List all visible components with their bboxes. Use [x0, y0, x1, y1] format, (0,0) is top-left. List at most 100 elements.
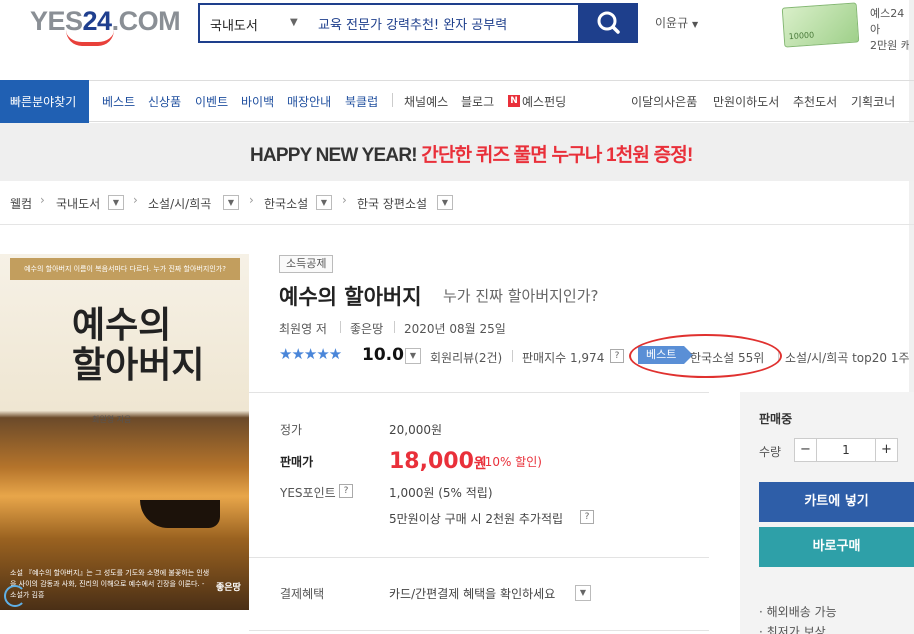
breadcrumb-home[interactable]: 웰컴	[10, 195, 32, 212]
quantity-plus-button[interactable]: +	[875, 439, 897, 461]
quantity-minus-button[interactable]: −	[795, 439, 817, 461]
cover-blurb: 소설 『예수의 할아버지』는 그 성도를 기도와 소명에 불꽃하는 인생을 사이…	[10, 569, 210, 599]
nav-item-event[interactable]: 이벤트	[195, 93, 228, 110]
cover-title-line: 할아버지	[72, 344, 205, 386]
search-button[interactable]	[580, 3, 638, 43]
sales-index: 판매지수 1,974	[522, 351, 605, 365]
nav-item-special[interactable]: 기획코너	[851, 93, 895, 110]
rating-score: 10.0	[362, 345, 404, 365]
cover-tagline: 예수의 할아버지 이름이 복음서마다 다르다. 누가 진짜 할아버지인가?	[10, 258, 240, 280]
promo-line: 예스24아	[870, 7, 905, 36]
points-value: 1,000원 (5% 적립)	[389, 486, 493, 500]
breadcrumb-long-novel[interactable]: 한국 장편소설	[357, 195, 427, 212]
banner-text[interactable]: HAPPY NEW YEAR! 간단한 퀴즈 풀면 누구나 1천원 증정!	[250, 140, 693, 167]
banner-offer: 간단한 퀴즈 풀면 누구나 1천원 증정!	[421, 145, 693, 166]
nav-item-funding[interactable]: 예스펀딩	[522, 93, 566, 110]
sale-price: 18,000원	[389, 449, 487, 474]
buy-now-button[interactable]: 바로구매	[759, 527, 914, 567]
promo-line: 2만원 캐	[870, 39, 911, 52]
tax-deduction-badge: 소득공제	[279, 255, 334, 273]
nav-item-new[interactable]: 신상품	[148, 93, 181, 110]
nav-item-gifts[interactable]: 이달의사은품	[631, 93, 697, 110]
chevron-down-icon[interactable]: ▼	[316, 195, 332, 210]
logo-swoosh	[66, 30, 114, 46]
product-subtitle: 누가 진짜 할아버지인가?	[443, 287, 599, 305]
help-icon[interactable]: ?	[610, 349, 624, 363]
user-name: 이윤규	[655, 16, 689, 30]
quantity-label: 수량	[759, 445, 782, 459]
breadcrumb-separator: ›	[40, 193, 45, 207]
caret-down-icon: ▼	[691, 20, 699, 29]
overseas-shipping-note[interactable]: · 해외배송 가능	[759, 603, 837, 620]
promo-text[interactable]: 예스24아 2만원 캐	[870, 6, 914, 54]
help-icon[interactable]: ?	[339, 484, 353, 498]
highlight-circle	[629, 334, 782, 378]
sale-price-label: 판매가	[280, 455, 314, 469]
publisher-link[interactable]: 좋은땅	[350, 320, 383, 337]
logo-domain: .COM	[111, 6, 181, 36]
breadcrumb-korean-novel[interactable]: 한국소설	[264, 195, 308, 212]
loading-spinner-icon	[4, 585, 26, 607]
chevron-down-icon[interactable]: ▼	[575, 585, 591, 601]
quantity-stepper[interactable]: − 1 +	[794, 438, 898, 462]
nav-divider	[392, 93, 393, 107]
nav-item-buyback[interactable]: 바이백	[241, 93, 274, 110]
cover-title: 예수의 할아버지	[72, 305, 204, 385]
funding-icon: N	[508, 95, 520, 107]
nav-item-store[interactable]: 매장안내	[287, 93, 331, 110]
nav-item-recommended[interactable]: 추천도서	[793, 93, 837, 110]
payment-benefit-link[interactable]: 카드/간편결제 혜택을 확인하세요	[389, 585, 555, 602]
cover-author: 최원영 지음	[92, 415, 132, 424]
quantity-input[interactable]: 1	[817, 439, 875, 461]
meta-divider	[340, 321, 341, 333]
add-to-cart-button[interactable]: 카트에 넣기	[759, 482, 914, 522]
search-input[interactable]: 교육 전문가 강력추천! 완자 공부력	[318, 14, 507, 33]
breadcrumb-separator: ›	[249, 193, 254, 207]
list-price: 20,000원	[389, 423, 443, 437]
section-divider	[249, 392, 709, 393]
caret-down-icon: ▼	[290, 17, 298, 28]
meta-divider	[512, 350, 513, 362]
chevron-down-icon[interactable]: ▼	[223, 195, 239, 210]
banner-headline: HAPPY NEW YEAR!	[250, 145, 418, 166]
search-category-select[interactable]: 국내도서	[210, 15, 258, 34]
discount-rate: (10% 할인)	[480, 455, 542, 469]
payment-benefit-label: 결제혜택	[280, 587, 325, 601]
meta-divider	[394, 321, 395, 333]
lowest-price-note[interactable]: · 최저가 보상	[759, 623, 826, 634]
user-menu[interactable]: 이윤규 ▼	[655, 14, 698, 31]
banknote-image[interactable]: 10000	[781, 2, 860, 48]
quick-category-button[interactable]: 빠른분야찾기	[0, 80, 89, 123]
section-divider	[249, 557, 709, 558]
cover-publisher: 좋은땅	[216, 583, 241, 593]
chevron-down-icon[interactable]: ▼	[108, 195, 124, 210]
chevron-down-icon[interactable]: ▼	[437, 195, 453, 210]
nav-item-bookclub[interactable]: 북클럽	[345, 93, 378, 110]
rating-stars-icon: ★★★★★	[279, 345, 342, 363]
list-price-label: 정가	[280, 423, 303, 437]
banknote-value: 10000	[788, 30, 815, 42]
publish-date: 2020년 08월 25일	[404, 322, 506, 336]
section-divider	[249, 630, 709, 631]
cover-title-line: 예수의	[72, 304, 172, 346]
breadcrumb-domestic[interactable]: 국내도서	[56, 195, 100, 212]
review-link[interactable]: 회원리뷰(2건)	[430, 349, 502, 366]
nav-item-under10k[interactable]: 만원이하도서	[713, 93, 779, 110]
sale-status: 판매중	[759, 412, 793, 426]
help-icon[interactable]: ?	[580, 510, 594, 524]
nav-item-best[interactable]: 베스트	[102, 93, 135, 110]
breadcrumb-separator: ›	[342, 193, 347, 207]
nav-item-channel[interactable]: 채널예스	[404, 93, 448, 110]
sale-price-value: 18,000	[389, 449, 474, 474]
points-label: YES포인트	[280, 486, 336, 500]
category-rank[interactable]: 소설/시/희곡 top20 1주	[785, 349, 910, 366]
search-box[interactable]: 국내도서 ▼ 교육 전문가 강력추천! 완자 공부력	[198, 3, 580, 43]
author-link[interactable]: 최원영 저	[279, 320, 327, 337]
nav-item-blog[interactable]: 블로그	[461, 93, 494, 110]
chevron-down-icon[interactable]: ▼	[405, 348, 421, 364]
breadcrumb-fiction[interactable]: 소설/시/희곡	[148, 195, 211, 212]
points-extra: 5만원이상 구매 시 2천원 추가적립	[389, 512, 564, 526]
breadcrumb-separator: ›	[133, 193, 138, 207]
product-title: 예수의 할아버지	[279, 285, 422, 309]
search-icon	[597, 11, 620, 34]
